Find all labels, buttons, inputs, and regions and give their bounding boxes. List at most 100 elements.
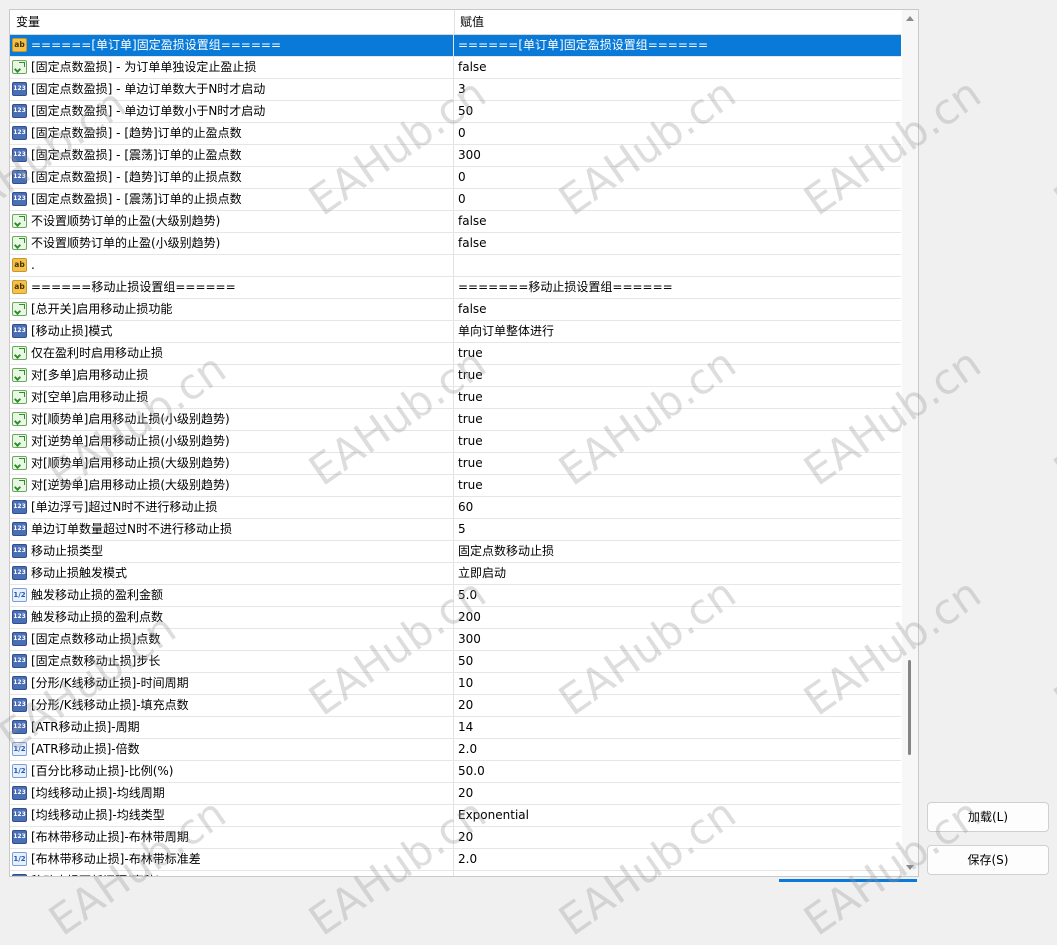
- variable-cell[interactable]: 对[逆势单]启用移动止损(大级别趋势): [10, 475, 454, 496]
- variable-value[interactable]: 50: [458, 651, 473, 672]
- variable-cell[interactable]: ab ======移动止损设置组======: [10, 277, 454, 298]
- value-cell[interactable]: true: [454, 343, 901, 364]
- variable-value[interactable]: 500: [458, 871, 481, 876]
- value-cell[interactable]: 0: [454, 123, 901, 144]
- table-row[interactable]: ab ======[单订单]固定盈损设置组====== ======[单订单]固定盈…: [10, 35, 901, 57]
- value-cell[interactable]: 0: [454, 189, 901, 210]
- variable-value[interactable]: 14: [458, 717, 473, 738]
- variable-cell[interactable]: 对[顺势单]启用移动止损(小级别趋势): [10, 409, 454, 430]
- value-cell[interactable]: 50: [454, 101, 901, 122]
- variable-value[interactable]: Exponential: [458, 805, 529, 826]
- table-row[interactable]: 对[多单]启用移动止损 true: [10, 365, 901, 387]
- variable-value[interactable]: true: [458, 387, 483, 408]
- value-cell[interactable]: Exponential: [454, 805, 901, 826]
- variable-cell[interactable]: 对[顺势单]启用移动止损(大级别趋势): [10, 453, 454, 474]
- variable-cell[interactable]: 不设置顺势订单的止盈(小级别趋势): [10, 233, 454, 254]
- variable-cell[interactable]: 仅在盈利时启用移动止损: [10, 343, 454, 364]
- value-cell[interactable]: 20: [454, 695, 901, 716]
- value-cell[interactable]: 200: [454, 607, 901, 628]
- variable-value[interactable]: 300: [458, 145, 481, 166]
- variable-value[interactable]: true: [458, 475, 483, 496]
- variable-value[interactable]: 0: [458, 167, 466, 188]
- variable-cell[interactable]: 123 [固定点数盈损] - [趋势]订单的止盈点数: [10, 123, 454, 144]
- variable-value[interactable]: false: [458, 211, 487, 232]
- variable-value[interactable]: 10: [458, 673, 473, 694]
- variable-cell[interactable]: ab.: [10, 255, 454, 276]
- table-row[interactable]: 123 单边订单数量超过N时不进行移动止损 5: [10, 519, 901, 541]
- variable-cell[interactable]: 123 [固定点数盈损] - [震荡]订单的止损点数: [10, 189, 454, 210]
- variable-value[interactable]: =======移动止损设置组======: [458, 277, 673, 298]
- table-row[interactable]: 123 [固定点数移动止损]步长 50: [10, 651, 901, 673]
- variable-value[interactable]: 60: [458, 497, 473, 518]
- variable-value[interactable]: 2.0: [458, 849, 477, 870]
- table-row[interactable]: 123 移动止损类型 固定点数移动止损: [10, 541, 901, 563]
- value-cell[interactable]: 14: [454, 717, 901, 738]
- table-row[interactable]: 对[顺势单]启用移动止损(小级别趋势) true: [10, 409, 901, 431]
- variable-value[interactable]: 0: [458, 189, 466, 210]
- value-cell[interactable]: true: [454, 409, 901, 430]
- value-cell[interactable]: 300: [454, 145, 901, 166]
- variable-cell[interactable]: 123 [固定点数移动止损]点数: [10, 629, 454, 650]
- table-row[interactable]: 123 [固定点数盈损] - [震荡]订单的止盈点数 300: [10, 145, 901, 167]
- value-cell[interactable]: 300: [454, 629, 901, 650]
- variable-cell[interactable]: 123 [布林带移动止损]-布林带周期: [10, 827, 454, 848]
- variable-value[interactable]: 固定点数移动止损: [458, 541, 554, 562]
- value-cell[interactable]: 50.0: [454, 761, 901, 782]
- variable-cell[interactable]: 123 [固定点数盈损] - [震荡]订单的止盈点数: [10, 145, 454, 166]
- variable-cell[interactable]: ab ======[单订单]固定盈损设置组======: [10, 35, 454, 56]
- vertical-scrollbar[interactable]: [902, 10, 918, 876]
- variable-cell[interactable]: 123 [固定点数盈损] - 单边订单数小于N时才启动: [10, 101, 454, 122]
- table-row[interactable]: [总开关]启用移动止损功能 false: [10, 299, 901, 321]
- table-row[interactable]: [固定点数盈损] - 为订单单独设定止盈止损 false: [10, 57, 901, 79]
- variable-value[interactable]: 50: [458, 101, 473, 122]
- value-cell[interactable]: 固定点数移动止损: [454, 541, 901, 562]
- column-header-value[interactable]: 赋值: [460, 10, 484, 34]
- table-row[interactable]: 123 [ATR移动止损]-周期 14: [10, 717, 901, 739]
- value-cell[interactable]: 3: [454, 79, 901, 100]
- table-row[interactable]: 1/2 [布林带移动止损]-布林带标准差 2.0: [10, 849, 901, 871]
- variable-cell[interactable]: 123 [分形/K线移动止损]-填充点数: [10, 695, 454, 716]
- value-cell[interactable]: 5.0: [454, 585, 901, 606]
- variable-cell[interactable]: 对[多单]启用移动止损: [10, 365, 454, 386]
- variable-value[interactable]: true: [458, 431, 483, 452]
- variable-cell[interactable]: 123 移动止损类型: [10, 541, 454, 562]
- table-row[interactable]: 123 [移动止损]模式 单向订单整体进行: [10, 321, 901, 343]
- scrollbar-thumb[interactable]: [908, 660, 911, 755]
- value-cell[interactable]: false: [454, 233, 901, 254]
- table-row[interactable]: 对[逆势单]启用移动止损(小级别趋势) true: [10, 431, 901, 453]
- variable-cell[interactable]: 1/2 [布林带移动止损]-布林带标准差: [10, 849, 454, 870]
- variable-value[interactable]: true: [458, 453, 483, 474]
- variable-cell[interactable]: 对[逆势单]启用移动止损(小级别趋势): [10, 431, 454, 452]
- table-row[interactable]: 1/2 [ATR移动止损]-倍数 2.0: [10, 739, 901, 761]
- value-cell[interactable]: 2.0: [454, 849, 901, 870]
- variable-value[interactable]: 单向订单整体进行: [458, 321, 554, 342]
- value-cell[interactable]: 立即启动: [454, 563, 901, 584]
- value-cell[interactable]: true: [454, 431, 901, 452]
- load-button[interactable]: 加载(L): [927, 802, 1049, 832]
- table-row[interactable]: 123 [固定点数盈损] - [趋势]订单的止损点数 0: [10, 167, 901, 189]
- table-row[interactable]: 123 [均线移动止损]-均线类型 Exponential: [10, 805, 901, 827]
- variable-cell[interactable]: 123 单边订单数量超过N时不进行移动止损: [10, 519, 454, 540]
- variable-cell[interactable]: 123 移动止损触发模式: [10, 563, 454, 584]
- variable-value[interactable]: false: [458, 57, 487, 78]
- column-divider[interactable]: [454, 10, 455, 34]
- table-row[interactable]: 仅在盈利时启用移动止损 true: [10, 343, 901, 365]
- value-cell[interactable]: false: [454, 211, 901, 232]
- variable-value[interactable]: true: [458, 409, 483, 430]
- value-cell[interactable]: 2.0: [454, 739, 901, 760]
- variable-cell[interactable]: 123 [单边浮亏]超过N时不进行移动止损: [10, 497, 454, 518]
- variable-value[interactable]: false: [458, 233, 487, 254]
- variable-cell[interactable]: 对[空单]启用移动止损: [10, 387, 454, 408]
- table-row[interactable]: 123 触发移动止损的盈利点数 200: [10, 607, 901, 629]
- save-button[interactable]: 保存(S): [927, 845, 1049, 875]
- variable-value[interactable]: 3: [458, 79, 466, 100]
- variable-cell[interactable]: [固定点数盈损] - 为订单单独设定止盈止损: [10, 57, 454, 78]
- variable-value[interactable]: 5: [458, 519, 466, 540]
- table-row[interactable]: 123 [布林带移动止损]-布林带周期 20: [10, 827, 901, 849]
- variable-cell[interactable]: 123 [分形/K线移动止损]-时间周期: [10, 673, 454, 694]
- value-cell[interactable]: true: [454, 387, 901, 408]
- variable-value[interactable]: 20: [458, 783, 473, 804]
- table-row[interactable]: 123 [固定点数移动止损]点数 300: [10, 629, 901, 651]
- scroll-down-arrow-icon[interactable]: [906, 865, 914, 870]
- table-row[interactable]: 不设置顺势订单的止盈(小级别趋势) false: [10, 233, 901, 255]
